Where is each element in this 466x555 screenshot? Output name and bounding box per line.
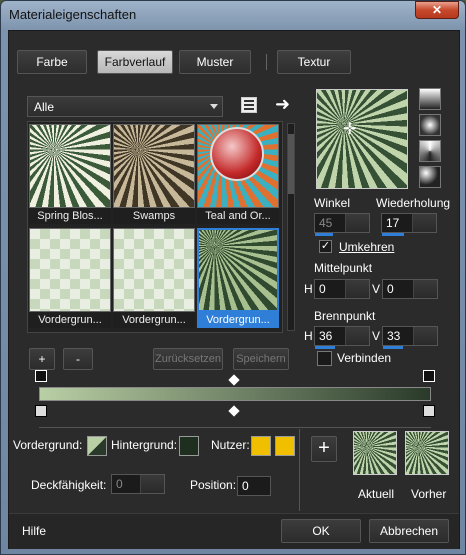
gradient-bar[interactable] xyxy=(39,387,431,401)
repeat-input[interactable]: 17 xyxy=(381,213,437,233)
rectangular-type-icon[interactable] xyxy=(419,114,441,136)
window-title: Materialeigenschaften xyxy=(9,7,137,22)
center-h-label: H xyxy=(304,282,313,296)
gradient-preview[interactable] xyxy=(316,89,408,189)
thumbnail-label: Teal and Or... xyxy=(197,208,279,224)
remove-stop-button[interactable]: - xyxy=(63,348,93,370)
focus-v-slider[interactable] xyxy=(383,346,403,349)
focus-v-input[interactable]: 33 xyxy=(382,326,438,346)
linear-type-icon[interactable] xyxy=(419,88,441,110)
foreground-label: Vordergrund: xyxy=(13,438,83,452)
thumbnail-foreground-3[interactable] xyxy=(197,228,279,312)
current-label: Aktuell xyxy=(358,487,395,501)
tab-textur[interactable]: Textur xyxy=(277,50,351,74)
foreground-swatch[interactable] xyxy=(87,436,107,456)
top-midpoint-marker[interactable] xyxy=(228,374,240,386)
position-label: Position: xyxy=(190,478,237,492)
thumbnail-foreground-2[interactable] xyxy=(113,228,195,312)
position-input[interactable]: 0 xyxy=(237,476,271,496)
center-v-label: V xyxy=(372,282,381,296)
current-preview[interactable] xyxy=(353,431,397,475)
spin-arrows-icon[interactable] xyxy=(345,327,369,345)
center-h-input[interactable]: 0 xyxy=(314,279,370,299)
dialog-client: Farbe Farbverlauf Muster Textur Alle ➜ S… xyxy=(8,30,460,549)
tab-muster[interactable]: Muster xyxy=(179,50,251,74)
divider xyxy=(299,429,300,511)
sunburst-type-icon[interactable] xyxy=(419,140,441,162)
link-checkbox[interactable] xyxy=(317,351,332,366)
thumbnail-label: Vordergrun... xyxy=(113,312,195,328)
thumbnail-spring-blossom[interactable] xyxy=(29,124,111,208)
add-stop-button[interactable]: + xyxy=(29,348,55,370)
tab-divider xyxy=(266,54,267,70)
previous-label: Vorher xyxy=(411,487,447,501)
reset-button[interactable]: Zurücksetzen xyxy=(153,348,223,370)
repeat-label: Wiederholung xyxy=(376,196,451,210)
focus-h-input[interactable]: 36 xyxy=(314,326,370,346)
link-label[interactable]: Verbinden xyxy=(337,351,391,365)
crosshair-icon[interactable]: ✛ xyxy=(343,119,356,139)
background-label: Hintergrund: xyxy=(111,438,178,452)
cancel-button[interactable]: Abbrechen xyxy=(369,519,449,543)
library-scrollbar[interactable] xyxy=(287,123,295,331)
spin-arrows-icon[interactable] xyxy=(412,214,436,232)
invert-checkbox[interactable]: ✓ xyxy=(319,240,332,253)
chevron-down-icon xyxy=(210,104,218,109)
category-dropdown[interactable]: Alle xyxy=(27,96,223,117)
focus-h-label: H xyxy=(304,329,313,343)
focus-h-slider[interactable] xyxy=(315,346,335,349)
thumbnail-label-selected: Vordergrun... xyxy=(197,312,279,328)
bottom-midpoint-marker[interactable] xyxy=(228,405,240,417)
user-swatch-2[interactable] xyxy=(275,436,295,456)
tab-farbe[interactable]: Farbe xyxy=(17,50,87,74)
close-button[interactable]: ✕ xyxy=(415,1,459,19)
angle-slider[interactable] xyxy=(315,233,333,236)
dialog-window: Materialeigenschaften ✕ Farbe Farbverlau… xyxy=(0,0,466,555)
spin-arrows-icon[interactable] xyxy=(345,280,369,298)
thumbnail-label: Swamps xyxy=(113,208,195,224)
spin-arrows-icon[interactable] xyxy=(413,327,437,345)
ok-button[interactable]: OK xyxy=(281,519,361,543)
focus-v-label: V xyxy=(372,329,381,343)
radial-type-icon[interactable] xyxy=(419,166,441,188)
top-left-stop[interactable] xyxy=(35,370,47,382)
help-link[interactable]: Hilfe xyxy=(22,524,46,538)
tab-farbverlauf[interactable]: Farbverlauf xyxy=(97,50,173,74)
angle-label: Winkel xyxy=(314,196,351,210)
watermark-logo xyxy=(210,127,264,181)
category-value: Alle xyxy=(34,100,55,114)
spin-arrows-icon[interactable] xyxy=(345,214,369,232)
bottom-left-stop[interactable] xyxy=(35,405,47,417)
library-icon[interactable] xyxy=(241,97,257,113)
opacity-input[interactable]: 0 xyxy=(111,474,165,494)
spin-arrows-icon[interactable] xyxy=(140,475,164,493)
angle-input[interactable]: 45 xyxy=(314,213,370,233)
spin-arrows-icon[interactable] xyxy=(413,280,437,298)
thumbnail-label: Vordergrun... xyxy=(29,312,111,328)
bottom-right-stop[interactable] xyxy=(423,405,435,417)
focus-label: Brennpunkt xyxy=(314,309,376,323)
divider xyxy=(39,427,431,428)
previous-preview[interactable] xyxy=(405,431,449,475)
save-button[interactable]: Speichern xyxy=(233,348,289,370)
user-swatch-1[interactable] xyxy=(251,436,271,456)
thumbnail-swamps[interactable] xyxy=(113,124,195,208)
user-label: Nutzer: xyxy=(211,438,250,452)
center-v-input[interactable]: 0 xyxy=(382,279,438,299)
background-swatch[interactable] xyxy=(179,436,199,456)
arrow-right-icon[interactable]: ➜ xyxy=(275,94,290,115)
thumbnail-label: Spring Blos... xyxy=(29,208,111,224)
center-label: Mittelpunkt xyxy=(314,261,373,275)
repeat-slider[interactable] xyxy=(382,233,404,236)
opacity-label: Deckfähigkeit: xyxy=(31,478,107,492)
invert-label[interactable]: Umkehren xyxy=(339,240,394,254)
add-to-library-button[interactable]: + xyxy=(311,436,337,462)
thumbnail-foreground-1[interactable] xyxy=(29,228,111,312)
top-right-stop[interactable] xyxy=(423,370,435,382)
